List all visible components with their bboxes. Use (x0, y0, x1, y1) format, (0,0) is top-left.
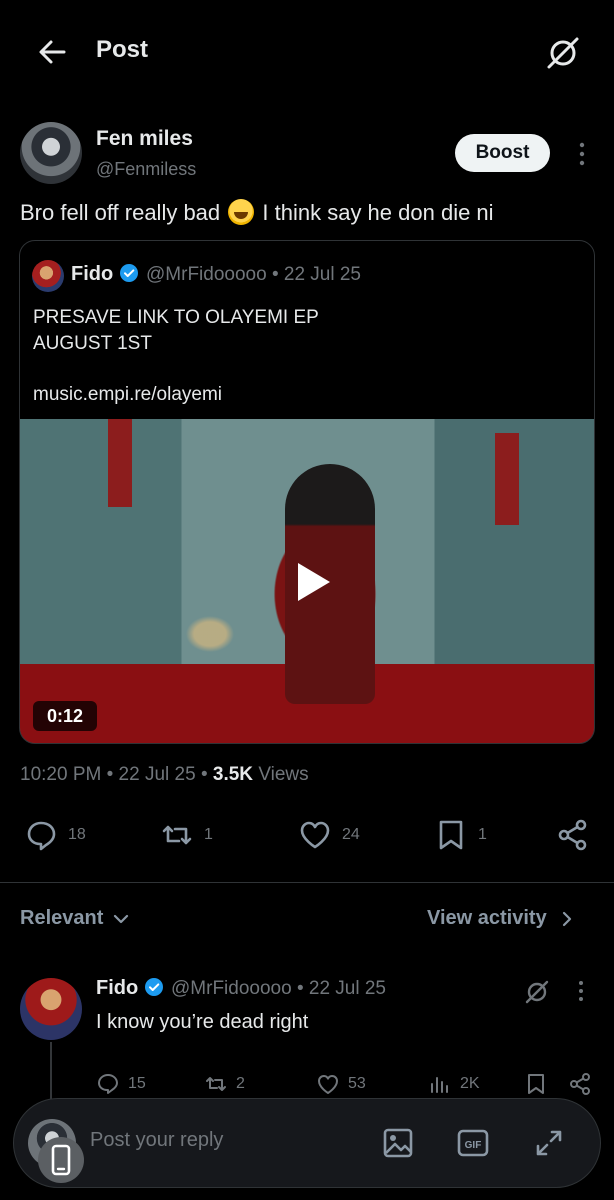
reply-author-name[interactable]: Fido (96, 977, 164, 1000)
post-time: 10:20 PM (20, 764, 102, 785)
heart-icon (318, 1075, 338, 1094)
bookmark-count: 1 (478, 826, 487, 843)
quoted-author-name: Fido (71, 263, 139, 286)
bookmark-icon (439, 820, 463, 850)
image-icon[interactable] (381, 1126, 415, 1160)
quoted-link[interactable]: music.empi.re/olayemi (33, 384, 222, 406)
grok-icon[interactable] (543, 33, 583, 73)
gif-icon[interactable]: GIF (456, 1126, 490, 1160)
post-text-after: I think say he don die ni (262, 200, 494, 225)
reply-author-name-text: Fido (96, 977, 139, 999)
share-action[interactable] (556, 818, 590, 852)
bookmark-action[interactable]: 1 (434, 818, 487, 852)
quoted-author-avatar (32, 260, 64, 292)
grok-icon[interactable] (523, 978, 551, 1006)
post-date: 22 Jul 25 (118, 764, 196, 785)
quoted-text-line-1: PRESAVE LINK TO OLAYEMI EP (33, 307, 319, 328)
author-handle[interactable]: @Fenmiless (96, 159, 196, 180)
boost-button[interactable]: Boost (455, 134, 550, 172)
author-avatar[interactable] (20, 122, 82, 184)
reply-author-avatar[interactable] (20, 978, 82, 1040)
post-text: Bro fell off really bad I think say he d… (20, 199, 494, 226)
back-arrow-icon[interactable] (34, 34, 70, 70)
wall-painting (108, 419, 132, 507)
post-timestamp-views: 10:20 PM • 22 Jul 25 • 3.5K Views (20, 764, 309, 785)
quoted-handle-date: @MrFidooooo • 22 Jul 25 (146, 264, 361, 285)
page-title: Post (96, 36, 149, 63)
reply-icon (98, 1074, 118, 1094)
views-count[interactable]: 3.5K (213, 764, 253, 785)
reply-bookmark-action[interactable] (524, 1072, 548, 1096)
reply-views-count: 2K (460, 1075, 480, 1092)
grinning-squinting-face-emoji-icon (228, 199, 255, 225)
analytics-icon (431, 1077, 448, 1093)
reply-share-action[interactable] (568, 1072, 592, 1096)
views-label: Views (258, 764, 309, 785)
reply-like-action[interactable]: 53 (316, 1072, 366, 1096)
view-activity-link[interactable]: View activity (427, 907, 577, 930)
heart-icon (300, 821, 330, 849)
reply-like-count: 53 (348, 1075, 366, 1092)
author-name[interactable]: Fen miles (96, 127, 193, 151)
sort-replies-dropdown[interactable]: Relevant (20, 907, 131, 930)
reply-action[interactable]: 18 (24, 818, 86, 852)
repost-icon (206, 1077, 226, 1091)
reply-repost-action[interactable]: 2 (204, 1072, 245, 1096)
video-duration-badge: 0:12 (33, 701, 97, 731)
reply-composer[interactable]: GIF (13, 1098, 601, 1188)
reply-icon (27, 821, 56, 851)
reply-text: I know you’re dead right (96, 1011, 309, 1033)
reply-count: 18 (68, 826, 86, 843)
repost-icon (162, 825, 192, 845)
reply-reply-action[interactable]: 15 (96, 1072, 146, 1096)
repost-count: 1 (204, 826, 213, 843)
verified-badge-icon (119, 263, 139, 283)
reply-reply-count: 15 (128, 1075, 146, 1092)
video-player[interactable]: 0:12 (20, 419, 594, 743)
reply-repost-count: 2 (236, 1075, 245, 1092)
chevron-right-icon (562, 911, 571, 926)
section-divider (0, 882, 614, 883)
reply-input[interactable] (90, 1129, 290, 1152)
more-options-icon[interactable] (570, 142, 594, 166)
reply-views-action[interactable]: 2K (428, 1072, 480, 1096)
phone-icon[interactable] (38, 1137, 84, 1183)
svg-text:GIF: GIF (465, 1140, 482, 1151)
share-icon (570, 1073, 590, 1095)
play-icon[interactable] (290, 559, 336, 605)
reply-handle-date: @MrFidooooo • 22 Jul 25 (171, 978, 386, 999)
quoted-text-line-2: AUGUST 1ST (33, 333, 152, 354)
bookmark-icon (528, 1074, 544, 1094)
more-options-icon[interactable] (574, 980, 588, 1002)
expand-icon[interactable] (532, 1126, 566, 1160)
like-count: 24 (342, 826, 360, 843)
quoted-post-card[interactable]: Fido @MrFidooooo • 22 Jul 25 PRESAVE LIN… (19, 240, 595, 744)
wall-painting (495, 433, 519, 525)
quoted-author-name-text: Fido (71, 263, 114, 285)
like-action[interactable]: 24 (298, 818, 360, 852)
post-text-before: Bro fell off really bad (20, 200, 221, 225)
repost-action[interactable]: 1 (160, 818, 213, 852)
view-activity-label: View activity (427, 907, 547, 929)
share-icon (558, 819, 587, 851)
verified-badge-icon (144, 977, 164, 997)
chevron-down-icon (114, 914, 129, 923)
sort-label: Relevant (20, 907, 104, 929)
thread-line (50, 1042, 52, 1102)
